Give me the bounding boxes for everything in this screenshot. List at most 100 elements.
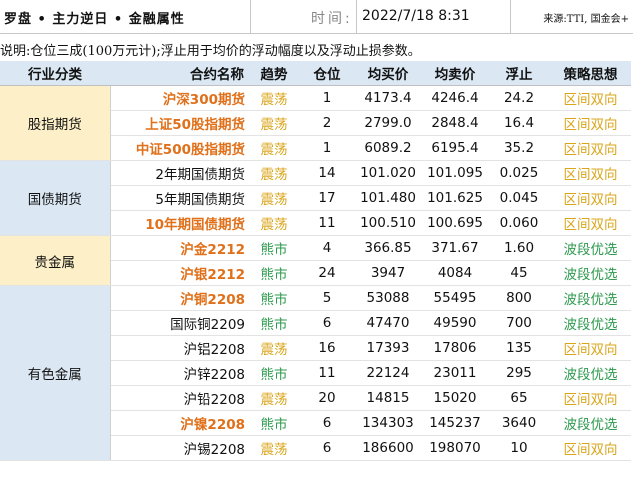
strategy-cell[interactable]: 区间双向 [550, 160, 631, 186]
float-stop-cell[interactable]: 3640 [488, 410, 550, 436]
position-cell[interactable]: 2 [300, 110, 354, 136]
contract-name-cell[interactable]: 中证500股指期货 [110, 135, 248, 161]
trend-cell[interactable]: 震荡 [248, 335, 300, 361]
position-cell[interactable]: 1 [300, 85, 354, 111]
strategy-cell[interactable]: 区间双向 [550, 135, 631, 161]
category-cell[interactable]: 贵金属 [0, 235, 111, 286]
contract-name-cell[interactable]: 国际铜2209 [110, 310, 248, 336]
contract-name-cell[interactable]: 5年期国债期货 [110, 185, 248, 211]
trend-cell[interactable]: 震荡 [248, 185, 300, 211]
col-header-position[interactable]: 仓位 [300, 61, 354, 86]
trend-cell[interactable]: 震荡 [248, 85, 300, 111]
position-cell[interactable]: 6 [300, 310, 354, 336]
avg-buy-cell[interactable]: 101.020 [354, 160, 422, 186]
avg-sell-cell[interactable]: 17806 [422, 335, 488, 361]
float-stop-cell[interactable]: 1.60 [488, 235, 550, 261]
avg-sell-cell[interactable]: 15020 [422, 385, 488, 411]
category-cell[interactable]: 有色金属 [0, 285, 111, 461]
avg-buy-cell[interactable]: 3947 [354, 260, 422, 286]
position-cell[interactable]: 1 [300, 135, 354, 161]
col-header-category[interactable]: 行业分类 [0, 61, 110, 86]
avg-sell-cell[interactable]: 145237 [422, 410, 488, 436]
float-stop-cell[interactable]: 24.2 [488, 85, 550, 111]
avg-buy-cell[interactable]: 366.85 [354, 235, 422, 261]
trend-cell[interactable]: 熊市 [248, 235, 300, 261]
position-cell[interactable]: 11 [300, 210, 354, 236]
contract-name-cell[interactable]: 沪深300期货 [110, 85, 248, 111]
contract-name-cell[interactable]: 上证50股指期货 [110, 110, 248, 136]
trend-cell[interactable]: 震荡 [248, 160, 300, 186]
float-stop-cell[interactable]: 65 [488, 385, 550, 411]
avg-sell-cell[interactable]: 4084 [422, 260, 488, 286]
contract-name-cell[interactable]: 沪铜2208 [110, 285, 248, 311]
avg-buy-cell[interactable]: 100.510 [354, 210, 422, 236]
contract-name-cell[interactable]: 沪镍2208 [110, 410, 248, 436]
position-cell[interactable]: 14 [300, 160, 354, 186]
category-cell[interactable]: 股指期货 [0, 85, 111, 161]
position-cell[interactable]: 17 [300, 185, 354, 211]
float-stop-cell[interactable]: 0.045 [488, 185, 550, 211]
avg-buy-cell[interactable]: 53088 [354, 285, 422, 311]
avg-sell-cell[interactable]: 4246.4 [422, 85, 488, 111]
avg-sell-cell[interactable]: 55495 [422, 285, 488, 311]
avg-buy-cell[interactable]: 22124 [354, 360, 422, 386]
trend-cell[interactable]: 震荡 [248, 210, 300, 236]
position-cell[interactable]: 24 [300, 260, 354, 286]
position-cell[interactable]: 5 [300, 285, 354, 311]
trend-cell[interactable]: 震荡 [248, 435, 300, 461]
trend-cell[interactable]: 震荡 [248, 135, 300, 161]
position-cell[interactable]: 11 [300, 360, 354, 386]
position-cell[interactable]: 20 [300, 385, 354, 411]
col-header-avg-buy[interactable]: 均买价 [354, 61, 422, 86]
strategy-cell[interactable]: 区间双向 [550, 435, 631, 461]
strategy-cell[interactable]: 区间双向 [550, 85, 631, 111]
col-header-avg-sell[interactable]: 均卖价 [422, 61, 488, 86]
position-cell[interactable]: 4 [300, 235, 354, 261]
float-stop-cell[interactable]: 295 [488, 360, 550, 386]
trend-cell[interactable]: 震荡 [248, 110, 300, 136]
strategy-cell[interactable]: 波段优选 [550, 360, 631, 386]
float-stop-cell[interactable]: 135 [488, 335, 550, 361]
float-stop-cell[interactable]: 10 [488, 435, 550, 461]
trend-cell[interactable]: 熊市 [248, 285, 300, 311]
strategy-cell[interactable]: 波段优选 [550, 285, 631, 311]
strategy-cell[interactable]: 波段优选 [550, 310, 631, 336]
avg-buy-cell[interactable]: 101.480 [354, 185, 422, 211]
avg-sell-cell[interactable]: 2848.4 [422, 110, 488, 136]
col-header-trend[interactable]: 趋势 [248, 61, 300, 86]
strategy-cell[interactable]: 区间双向 [550, 185, 631, 211]
avg-buy-cell[interactable]: 186600 [354, 435, 422, 461]
float-stop-cell[interactable]: 35.2 [488, 135, 550, 161]
trend-cell[interactable]: 熊市 [248, 310, 300, 336]
avg-sell-cell[interactable]: 198070 [422, 435, 488, 461]
avg-buy-cell[interactable]: 17393 [354, 335, 422, 361]
trend-cell[interactable]: 熊市 [248, 410, 300, 436]
position-cell[interactable]: 16 [300, 335, 354, 361]
avg-sell-cell[interactable]: 101.095 [422, 160, 488, 186]
trend-cell[interactable]: 熊市 [248, 360, 300, 386]
contract-name-cell[interactable]: 10年期国债期货 [110, 210, 248, 236]
position-cell[interactable]: 6 [300, 410, 354, 436]
float-stop-cell[interactable]: 700 [488, 310, 550, 336]
float-stop-cell[interactable]: 0.060 [488, 210, 550, 236]
avg-sell-cell[interactable]: 101.625 [422, 185, 488, 211]
trend-cell[interactable]: 熊市 [248, 260, 300, 286]
category-cell[interactable]: 国债期货 [0, 160, 111, 236]
position-cell[interactable]: 6 [300, 435, 354, 461]
strategy-cell[interactable]: 波段优选 [550, 260, 631, 286]
avg-sell-cell[interactable]: 371.67 [422, 235, 488, 261]
float-stop-cell[interactable]: 800 [488, 285, 550, 311]
avg-sell-cell[interactable]: 23011 [422, 360, 488, 386]
contract-name-cell[interactable]: 沪锡2208 [110, 435, 248, 461]
avg-sell-cell[interactable]: 100.695 [422, 210, 488, 236]
contract-name-cell[interactable]: 沪金2212 [110, 235, 248, 261]
strategy-cell[interactable]: 区间双向 [550, 335, 631, 361]
strategy-cell[interactable]: 区间双向 [550, 385, 631, 411]
avg-buy-cell[interactable]: 47470 [354, 310, 422, 336]
col-header-strategy[interactable]: 策略思想 [550, 61, 631, 86]
contract-name-cell[interactable]: 沪银2212 [110, 260, 248, 286]
strategy-cell[interactable]: 区间双向 [550, 110, 631, 136]
contract-name-cell[interactable]: 2年期国债期货 [110, 160, 248, 186]
strategy-cell[interactable]: 波段优选 [550, 410, 631, 436]
avg-buy-cell[interactable]: 134303 [354, 410, 422, 436]
